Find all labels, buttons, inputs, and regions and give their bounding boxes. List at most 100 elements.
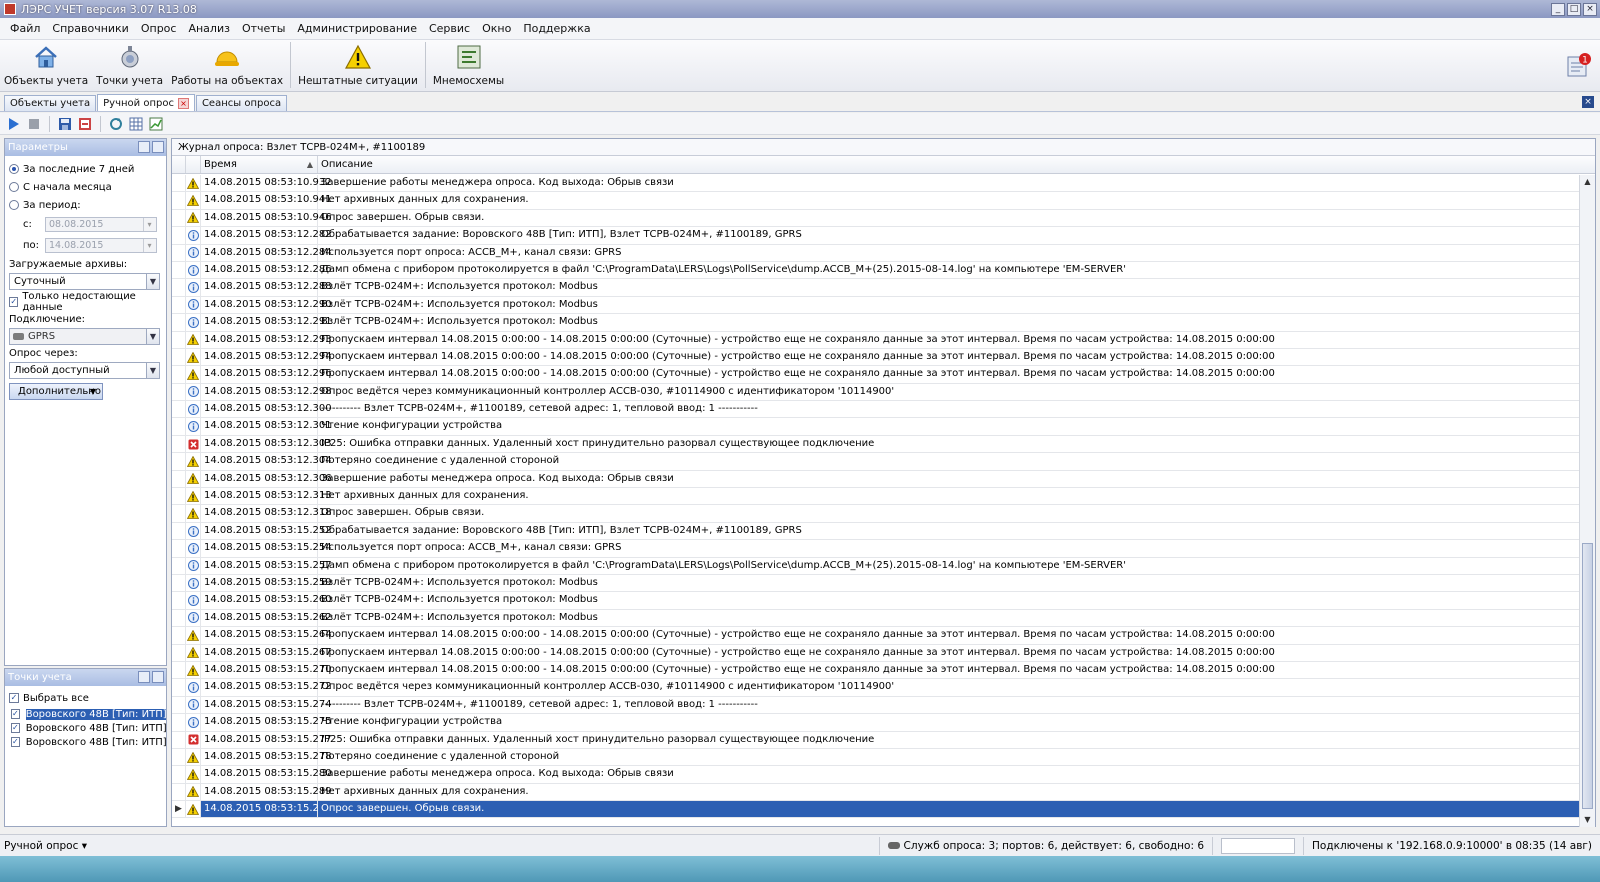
table-row[interactable]: 14.08.2015 08:53:12.318 Опрос завершен. О… bbox=[172, 505, 1579, 523]
menu-analysis[interactable]: Анализ bbox=[182, 22, 236, 35]
tab-manual-poll[interactable]: Ручной опрос × bbox=[97, 94, 195, 111]
radio-last-7-days[interactable]: За последние 7 дней bbox=[5, 160, 166, 178]
save-icon[interactable] bbox=[57, 116, 73, 132]
table-row[interactable]: 14.08.2015 08:53:12.288 Взлёт ТСРВ-024М+:… bbox=[172, 279, 1579, 297]
scroll-up-icon[interactable]: ▲ bbox=[1580, 175, 1595, 189]
tab-objects[interactable]: Объекты учета bbox=[4, 95, 97, 111]
table-row[interactable]: 14.08.2015 08:53:15.289 Нет архивных данн… bbox=[172, 783, 1579, 802]
menu-references[interactable]: Справочники bbox=[46, 22, 134, 35]
table-row[interactable]: 14.08.2015 08:53:12.282 Обрабатывается за… bbox=[172, 227, 1579, 245]
table-row[interactable]: 14.08.2015 08:53:15.260 Взлёт ТСРВ-024М+:… bbox=[172, 592, 1579, 610]
export-icon[interactable] bbox=[77, 116, 93, 132]
table-row[interactable]: ▶ 14.08.2015 08:53:15.293 Опрос завершен. … bbox=[172, 801, 1579, 819]
radio-month-start[interactable]: С начала месяца bbox=[5, 178, 166, 196]
checkbox-checked-icon[interactable]: ✓ bbox=[9, 297, 19, 307]
menu-poll[interactable]: Опрос bbox=[135, 22, 183, 35]
log-scrollbar[interactable]: ▲ ▼ bbox=[1579, 175, 1595, 827]
table-row[interactable]: 14.08.2015 08:53:15.257 Дамп обмена с при… bbox=[172, 557, 1579, 575]
table-row[interactable]: 14.08.2015 08:53:15.259 Взлёт ТСРВ-024М+:… bbox=[172, 574, 1579, 593]
table-row[interactable]: 14.08.2015 08:53:12.313 Нет архивных данн… bbox=[172, 488, 1579, 506]
stop-icon[interactable] bbox=[26, 116, 42, 132]
table-row[interactable]: 14.08.2015 08:53:15.272 Опрос ведётся чер… bbox=[172, 679, 1579, 697]
mnemo-button[interactable]: Мнемосхемы bbox=[429, 39, 508, 91]
table-row[interactable]: 14.08.2015 08:53:12.290 Взлёт ТСРВ-024М+:… bbox=[172, 296, 1579, 315]
radio-period[interactable]: За период: bbox=[5, 196, 166, 214]
menu-file[interactable]: Файл bbox=[4, 22, 46, 35]
menu-service[interactable]: Сервис bbox=[423, 22, 476, 35]
checkbox-checked-icon[interactable]: ✓ bbox=[11, 709, 20, 719]
table-row[interactable]: 14.08.2015 08:53:12.304 Потеряно соединен… bbox=[172, 453, 1579, 471]
table-row[interactable]: 14.08.2015 08:53:12.301 Чтение конфигурац… bbox=[172, 418, 1579, 436]
table-row[interactable]: 14.08.2015 08:53:12.284 Используется порт… bbox=[172, 244, 1579, 262]
radio-button[interactable] bbox=[9, 182, 19, 192]
status-mode[interactable]: Ручной опрос ▾ bbox=[0, 840, 879, 852]
refresh-icon[interactable] bbox=[108, 116, 124, 132]
only-missing-checkbox[interactable]: ✓ Только недостающие данные bbox=[5, 291, 166, 313]
table-row[interactable]: 14.08.2015 08:53:12.298 Опрос ведётся чер… bbox=[172, 383, 1579, 402]
poll-via-select[interactable]: Любой доступный ▼ bbox=[9, 362, 160, 379]
table-row[interactable]: 14.08.2015 08:53:15.252 Обрабатывается за… bbox=[172, 522, 1579, 541]
tree-item[interactable]: ✓Воровского 48В [Тип: ИТП] - Х bbox=[5, 735, 166, 749]
table-row[interactable]: 14.08.2015 08:53:15.275 Чтение конфигурац… bbox=[172, 714, 1579, 732]
scroll-down-icon[interactable]: ▼ bbox=[1580, 813, 1595, 827]
table-row[interactable]: 14.08.2015 08:53:10.941 Нет архивных данн… bbox=[172, 192, 1579, 210]
date-to-input[interactable]: 14.08.2015 bbox=[45, 238, 157, 253]
archives-select[interactable]: Суточный ▼ bbox=[9, 273, 160, 290]
close-window-button[interactable]: × bbox=[1583, 2, 1597, 16]
maximize-button[interactable]: □ bbox=[1567, 2, 1581, 16]
panel-pin-icon[interactable] bbox=[152, 141, 164, 153]
time-column-header[interactable]: Время ▲ bbox=[201, 156, 318, 173]
table-row[interactable]: 14.08.2015 08:53:12.294 Пропускаем интерв… bbox=[172, 348, 1579, 367]
menu-window[interactable]: Окно bbox=[476, 22, 517, 35]
radio-button[interactable] bbox=[9, 200, 19, 210]
table-row[interactable]: 14.08.2015 08:53:12.293 Пропускаем интерв… bbox=[172, 331, 1579, 349]
panel-pin-icon[interactable] bbox=[152, 671, 164, 683]
table-row[interactable]: 14.08.2015 08:53:15.274 ----------- Взлет… bbox=[172, 696, 1579, 715]
close-document-icon[interactable]: × bbox=[1582, 96, 1594, 108]
icon-column-header[interactable] bbox=[186, 156, 201, 173]
checkbox-checked-icon[interactable]: ✓ bbox=[9, 693, 19, 703]
table-row[interactable]: 14.08.2015 08:53:15.280 Завершение работы… bbox=[172, 766, 1579, 784]
objects-button[interactable]: Объекты учета bbox=[0, 39, 92, 91]
notification-icon[interactable]: 1 bbox=[1566, 52, 1592, 78]
table-row[interactable]: 14.08.2015 08:53:15.262 Взлёт ТСРВ-024М+:… bbox=[172, 609, 1579, 628]
scroll-thumb[interactable] bbox=[1582, 543, 1593, 809]
tab-poll-sessions[interactable]: Сеансы опроса bbox=[195, 95, 288, 111]
minimize-button[interactable]: _ bbox=[1551, 2, 1565, 16]
more-options-button[interactable]: Дополнительно ▼ bbox=[9, 383, 103, 400]
table-row[interactable]: 14.08.2015 08:53:12.306 Завершение работы… bbox=[172, 470, 1579, 489]
table-icon[interactable] bbox=[128, 116, 144, 132]
table-row[interactable]: 14.08.2015 08:53:15.267 Пропускаем интерв… bbox=[172, 644, 1579, 662]
table-row[interactable]: 14.08.2015 08:53:15.277 IP25: Ошибка отпр… bbox=[172, 731, 1579, 749]
radio-button[interactable] bbox=[9, 164, 19, 174]
table-row[interactable]: 14.08.2015 08:53:12.300 ----------- Взлет… bbox=[172, 401, 1579, 419]
connection-select[interactable]: GPRS ▼ bbox=[9, 328, 160, 345]
description-column-header[interactable]: Описание bbox=[318, 156, 1595, 173]
menu-administration[interactable]: Администрирование bbox=[291, 22, 423, 35]
emergencies-button[interactable]: Нештатные ситуации bbox=[294, 39, 422, 91]
points-button[interactable]: Точки учета bbox=[92, 39, 167, 91]
play-icon[interactable] bbox=[6, 116, 22, 132]
table-row[interactable]: 14.08.2015 08:53:15.270 Пропускаем интерв… bbox=[172, 661, 1579, 680]
table-row[interactable]: 14.08.2015 08:53:10.946 Опрос завершен. О… bbox=[172, 209, 1579, 228]
table-row[interactable]: 14.08.2015 08:53:15.278 Потеряно соединен… bbox=[172, 748, 1579, 767]
checkbox-checked-icon[interactable]: ✓ bbox=[11, 723, 20, 733]
select-all-checkbox[interactable]: ✓ Выбрать все bbox=[5, 689, 166, 707]
table-row[interactable]: 14.08.2015 08:53:12.296 Пропускаем интерв… bbox=[172, 366, 1579, 384]
table-row[interactable]: 14.08.2015 08:53:15.254 Используется порт… bbox=[172, 540, 1579, 558]
panel-minimize-icon[interactable] bbox=[138, 671, 150, 683]
table-row[interactable]: 14.08.2015 08:53:15.264 Пропускаем интерв… bbox=[172, 627, 1579, 645]
works-button[interactable]: Работы на объектах bbox=[167, 39, 287, 91]
date-from-input[interactable]: 08.08.2015 bbox=[45, 217, 157, 232]
table-row[interactable]: 14.08.2015 08:53:12.286 Дамп обмена с при… bbox=[172, 261, 1579, 280]
table-row[interactable]: 14.08.2015 08:53:12.291 Взлёт ТСРВ-024М+:… bbox=[172, 314, 1579, 332]
checkbox-checked-icon[interactable]: ✓ bbox=[11, 737, 20, 747]
tree-item[interactable]: ✓Воровского 48В [Тип: ИТП] - С bbox=[5, 707, 166, 721]
tree-item[interactable]: ✓Воровского 48В [Тип: ИТП] - Г bbox=[5, 721, 166, 735]
menu-reports[interactable]: Отчеты bbox=[236, 22, 291, 35]
table-row[interactable]: 14.08.2015 08:53:10.932 Завершение работы… bbox=[172, 175, 1579, 193]
menu-support[interactable]: Поддержка bbox=[517, 22, 596, 35]
panel-minimize-icon[interactable] bbox=[138, 141, 150, 153]
table-row[interactable]: 14.08.2015 08:53:12.303 IP25: Ошибка отпр… bbox=[172, 435, 1579, 454]
close-tab-icon[interactable]: × bbox=[177, 97, 189, 109]
